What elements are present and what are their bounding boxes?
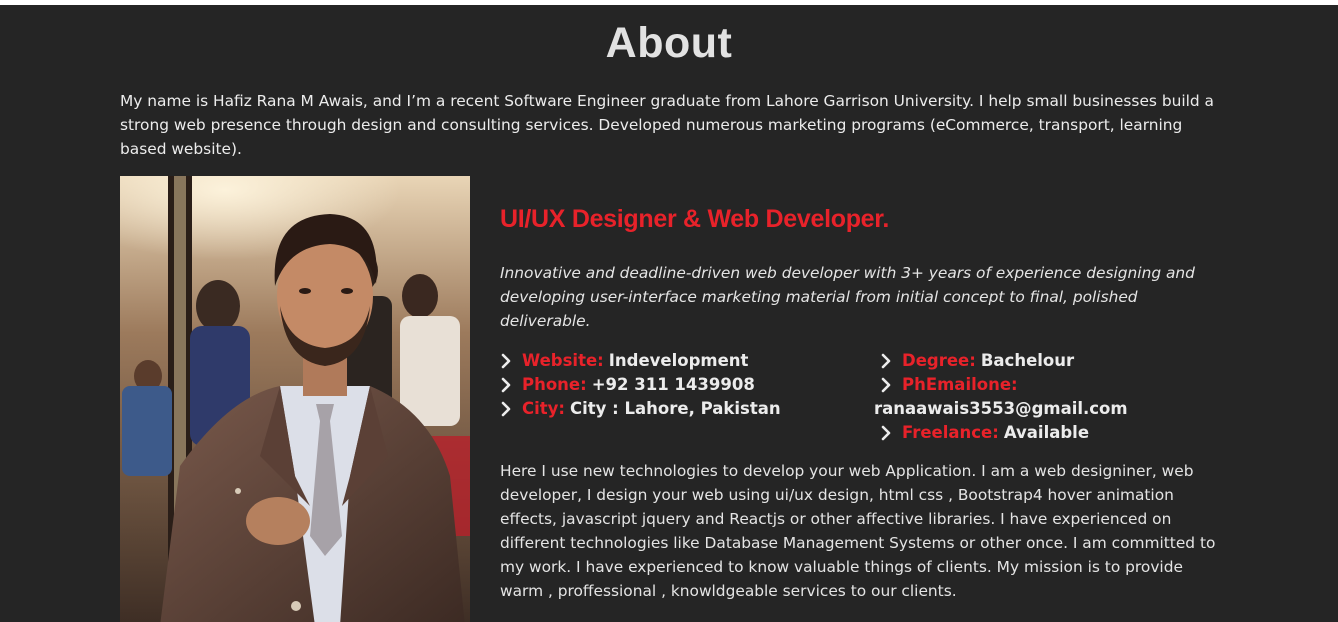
facts-left-column: Website: Indevelopment Phone: +92 311 14… — [500, 349, 870, 421]
description-text: Here I use new technologies to develop y… — [500, 462, 1216, 600]
summary-text: Innovative and deadline-driven web devel… — [500, 264, 1195, 330]
fact-value: City : Lahore, Pakistan — [570, 399, 781, 418]
chevron-right-icon — [500, 349, 522, 373]
section-title: About — [605, 19, 733, 67]
fact-city: City: City : Lahore, Pakistan — [500, 397, 870, 421]
fact-value: Available — [1003, 423, 1090, 442]
intro-text: My name is Hafiz Rana M Awais, and I’m a… — [120, 92, 1214, 158]
fact-value: Bachelour — [980, 351, 1075, 370]
fact-label: Website: — [522, 351, 604, 370]
fact-label: Freelance: — [902, 423, 999, 442]
chevron-right-icon — [880, 349, 902, 373]
fact-value: +92 311 1439908 — [591, 375, 755, 394]
fact-label: PhEmailone: — [902, 375, 1018, 394]
facts-grid: Website: Indevelopment Phone: +92 311 14… — [500, 349, 1230, 459]
fact-label: City: — [522, 399, 566, 418]
chevron-right-icon — [500, 397, 522, 421]
fact-website: Website: Indevelopment — [500, 349, 870, 373]
fact-value: ranaawais3553@gmail.com — [874, 399, 1128, 418]
fact-degree: Degree: Bachelour — [880, 349, 1230, 373]
fact-label: Degree: — [902, 351, 976, 370]
profile-photo — [120, 176, 470, 622]
about-section: About My name is Hafiz Rana M Awais, and… — [0, 5, 1338, 622]
fact-email: PhEmailone: ranaawais3553@gmail.com — [874, 373, 1230, 421]
fact-value: Indevelopment — [608, 351, 749, 370]
facts-right-column: Degree: Bachelour PhEmailone: ranaawais3… — [874, 349, 1230, 445]
chevron-right-icon — [880, 421, 902, 445]
fact-phone: Phone: +92 311 1439908 — [500, 373, 870, 397]
fact-label: Phone: — [522, 375, 587, 394]
about-content: UI/UX Designer & Web Developer. Innovati… — [500, 205, 1230, 603]
chevron-right-icon — [880, 373, 902, 397]
role-heading: UI/UX Designer & Web Developer. — [500, 205, 889, 233]
chevron-right-icon — [500, 373, 522, 397]
fact-freelance: Freelance: Available — [880, 421, 1230, 445]
